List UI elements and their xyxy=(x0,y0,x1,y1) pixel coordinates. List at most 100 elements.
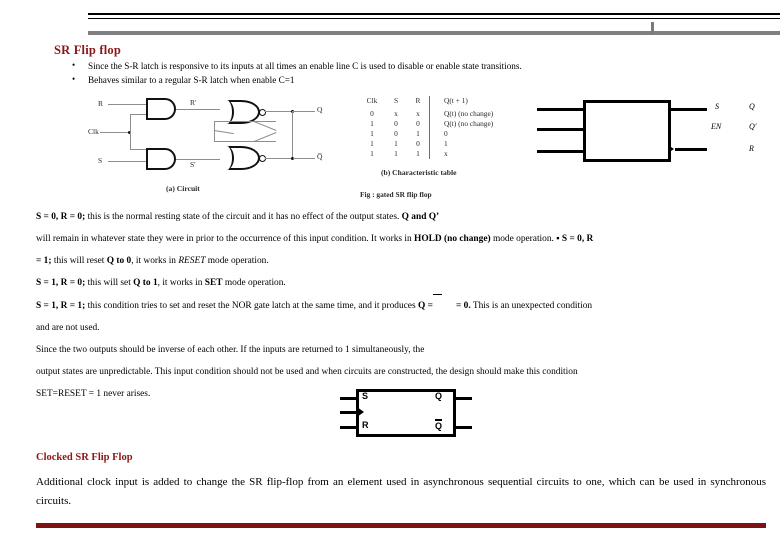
circuit-input-label-r: R xyxy=(98,99,104,108)
circuit-diagram: R Clk S R′ S′ Q Q̅ (a) Circuit xyxy=(62,90,332,202)
text-run: this will set xyxy=(85,278,134,288)
block-label-s: S xyxy=(715,102,719,111)
text-run: S = 1, R = 0; xyxy=(36,278,86,288)
circuit-label-s-prime: S′ xyxy=(190,160,196,169)
footer-rule xyxy=(36,523,766,528)
subsection-text: Additional clock input is added to chang… xyxy=(36,476,766,507)
flipflop-output-line-qbar xyxy=(454,426,472,429)
table-caption: (b) Characteristic table xyxy=(381,168,457,177)
table-cell: 0 xyxy=(370,108,374,118)
flipflop-output-line-q xyxy=(454,397,472,400)
text-run: mode operation. xyxy=(222,278,286,288)
circuit-label-r-prime: R′ xyxy=(190,98,197,107)
table-cell: Q(t) (no change) xyxy=(429,118,530,129)
text-run: Q = xyxy=(417,301,433,311)
table-cell: 0 xyxy=(429,128,530,139)
table-cell: 1 xyxy=(416,129,420,139)
block-label-q: Q xyxy=(749,102,755,111)
circuit-input-label-s: S xyxy=(98,156,103,165)
text-run: mode operation. xyxy=(205,256,269,266)
text-run: S = 1, R = 1; xyxy=(36,301,86,311)
block-input-line-2 xyxy=(537,128,585,131)
block-output-line-1 xyxy=(669,108,707,111)
text-run: will remain in whatever state they were … xyxy=(36,234,415,244)
block-output-arrow xyxy=(668,145,674,153)
table-cell: x xyxy=(394,108,398,118)
paragraph-6: and are not used. xyxy=(36,323,100,333)
table-cell: 0 xyxy=(394,129,398,139)
figure-caption: Fig : gated SR flip flop xyxy=(360,190,432,199)
figure-band: R Clk S R′ S′ Q Q̅ (a) Circuit Clk S R Q… xyxy=(0,90,780,205)
table-header-row: Clk S R Q(t + 1) xyxy=(359,96,530,109)
flipflop-label-r: R xyxy=(362,420,369,430)
characteristic-table: Clk S R Q(t + 1) 0 x x Q(t) (no change) … xyxy=(359,96,530,177)
table-row: 1 0 0 Q(t) (no change) xyxy=(359,118,530,129)
table-cell: Q(t) (no change) xyxy=(429,108,530,119)
text-run: this will reset xyxy=(51,256,107,266)
circuit-caption: (a) Circuit xyxy=(166,184,200,193)
block-symbol-body xyxy=(583,100,671,162)
text-run: this is the normal resting state of the … xyxy=(85,212,402,222)
flipflop-symbol: S R Q Q xyxy=(340,388,472,440)
table-cell: 1 xyxy=(370,149,374,159)
table-cell: x xyxy=(429,149,530,160)
block-label-en: EN xyxy=(711,122,722,131)
subsection-title: Clocked SR Flip Flop xyxy=(36,452,133,463)
column-header: S xyxy=(393,96,399,106)
text-run: Q to 0 xyxy=(106,256,132,266)
header-rule-thin xyxy=(88,18,780,19)
column-header: R xyxy=(415,96,421,106)
and-gate-bottom xyxy=(146,148,176,170)
text-run: , it works in xyxy=(157,278,205,288)
paragraph-4: S = 1, R = 0; this will set Q to 1, it w… xyxy=(36,272,766,294)
text-run: Q to 1 xyxy=(133,278,158,288)
body-text: S = 0, R = 0; this is the normal resting… xyxy=(36,206,766,405)
table-cell: 0 xyxy=(416,118,420,128)
list-item: Behaves similar to a regular S-R latch w… xyxy=(68,73,688,88)
circuit-output-label-qbar: Q̅ xyxy=(317,152,323,161)
paragraph-7: Since the two outputs should be inverse … xyxy=(36,345,425,355)
table-cell: 0 xyxy=(394,118,398,128)
flipflop-label-s: S xyxy=(362,391,369,401)
text-run: RESET xyxy=(178,256,206,266)
text-run: Q and Q’ xyxy=(401,212,440,222)
table-cell: 1 xyxy=(370,139,374,149)
clock-triangle-icon xyxy=(357,407,364,417)
block-label-qprime: Q′ xyxy=(749,122,757,131)
page-title: SR Flip flop xyxy=(54,43,121,57)
slide-canvas: SR Flip flop Since the S-R latch is resp… xyxy=(0,0,780,540)
overbar-glyph xyxy=(432,294,442,302)
table-row: 1 1 0 1 xyxy=(359,138,530,150)
flipflop-input-line-r xyxy=(340,426,358,429)
header-gray-bar-tick xyxy=(651,22,654,35)
text-run: SET xyxy=(204,278,223,288)
block-symbol: S EN R Q Q′ xyxy=(537,100,777,180)
paragraph-3: = 1; this will reset Q to 0, it works in… xyxy=(36,250,766,272)
text-run: this condition tries to set and reset th… xyxy=(85,301,418,311)
circuit-input-label-clk: Clk xyxy=(88,127,99,136)
table-cell: 1 xyxy=(394,139,398,149)
block-input-line-3 xyxy=(537,150,585,153)
table-cell: 1 xyxy=(416,149,420,159)
text-run: = 0. xyxy=(455,301,471,311)
paragraph-8: output states are unpredictable. This in… xyxy=(36,367,578,377)
table-cell: 0 xyxy=(416,139,420,149)
table-row: 1 0 1 0 xyxy=(359,128,530,139)
paragraph-2: will remain in whatever state they were … xyxy=(36,228,766,250)
table-cell: 1 xyxy=(370,118,374,128)
text-run: = 1; xyxy=(36,256,52,266)
flipflop-input-line-s xyxy=(340,397,358,400)
block-output-line-2 xyxy=(675,148,707,151)
text-run: , it works in xyxy=(131,256,179,266)
column-header: Clk xyxy=(366,96,378,106)
flipflop-label-q: Q xyxy=(435,391,443,401)
column-header: Q(t + 1) xyxy=(429,96,530,109)
circuit-output-label-q: Q xyxy=(317,105,323,114)
header-gray-bar xyxy=(88,31,780,35)
text-run: mode operation. ▪ xyxy=(490,234,562,244)
paragraph-1: S = 0, R = 0; this is the normal resting… xyxy=(36,206,766,228)
text-run: This is an unexpected condition xyxy=(470,301,593,311)
header-rule-thick xyxy=(88,13,780,15)
table-row: 0 x x Q(t) (no change) xyxy=(359,108,530,119)
text-run: S = 0, R xyxy=(561,234,594,244)
